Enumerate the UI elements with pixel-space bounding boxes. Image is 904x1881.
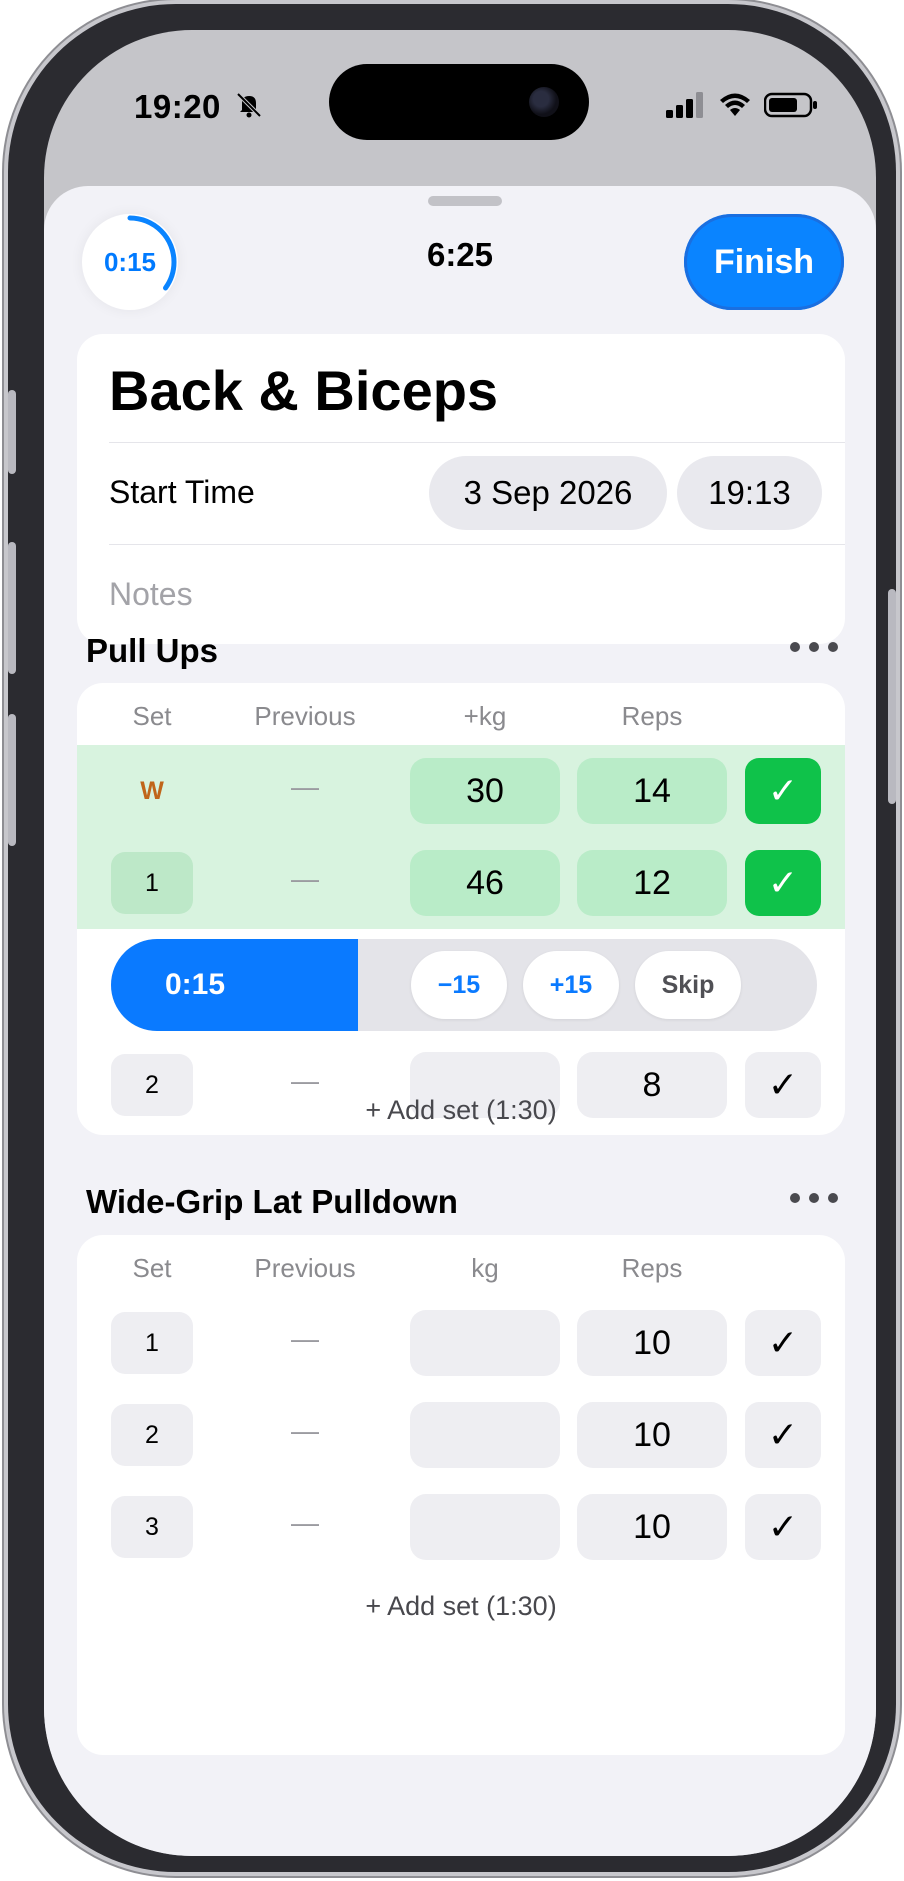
complete-set-checkbox[interactable]: ✓	[745, 1402, 821, 1468]
reps-input[interactable]: 12	[577, 850, 727, 916]
rest-timer-bar: 0:15 −15 +15 Skip	[111, 939, 817, 1031]
divider	[109, 442, 845, 443]
add-set-button[interactable]: + Add set (1:30)	[77, 1095, 845, 1126]
divider	[109, 544, 845, 545]
weight-input[interactable]	[410, 1310, 560, 1376]
action-button	[8, 390, 16, 474]
rest-skip-button[interactable]: Skip	[635, 951, 741, 1019]
workout-info-card: Back & Biceps Start Time 3 Sep 2026 19:1…	[77, 334, 845, 644]
set-number[interactable]: 2	[111, 1404, 193, 1466]
reps-input[interactable]: 14	[577, 758, 727, 824]
column-header-previous: Previous	[254, 701, 356, 731]
weight-input[interactable]	[410, 1402, 560, 1468]
previous-value: —	[291, 863, 319, 894]
previous-value: —	[291, 771, 319, 802]
volume-up-button	[8, 542, 16, 674]
column-header-reps: Reps	[621, 1253, 683, 1283]
previous-value: —	[291, 1323, 319, 1354]
add-set-button[interactable]: + Add set (1:30)	[77, 1591, 845, 1622]
set-number[interactable]: 3	[111, 1496, 193, 1558]
side-button	[888, 589, 896, 804]
reps-input[interactable]: 10	[577, 1310, 727, 1376]
rest-plus-15-button[interactable]: +15	[523, 951, 619, 1019]
bell-slash-icon	[236, 92, 262, 118]
set-row: 1 — 10 ✓	[77, 1297, 845, 1389]
column-header-set: Set	[132, 1253, 172, 1283]
complete-set-checkbox[interactable]: ✓	[745, 1310, 821, 1376]
finish-button[interactable]: Finish	[684, 214, 844, 310]
workout-title[interactable]: Back & Biceps	[109, 358, 498, 423]
complete-set-checkbox[interactable]: ✓	[745, 1494, 821, 1560]
workout-sheet: 0:15 6:25 Finish Back & Biceps Start Tim…	[44, 186, 876, 1856]
set-row-completed: 1 — 46 12 ✓	[77, 837, 845, 929]
column-header-reps: Reps	[621, 701, 683, 731]
reps-input[interactable]: 10	[577, 1494, 727, 1560]
previous-value: —	[291, 1415, 319, 1446]
cellular-signal-icon	[666, 92, 703, 118]
start-time-label: Start Time	[109, 474, 255, 510]
rest-time-label: 0:15	[164, 968, 226, 1001]
previous-value: —	[291, 1065, 319, 1096]
start-time-picker[interactable]: 19:13	[677, 456, 822, 530]
complete-set-checkbox[interactable]: ✓	[745, 758, 821, 824]
set-type-warmup[interactable]: W	[111, 760, 193, 822]
set-row-completed: W — 30 14 ✓	[77, 745, 845, 837]
column-header-kg: +kg	[463, 701, 507, 731]
wifi-icon	[720, 93, 750, 116]
volume-down-button	[8, 714, 16, 846]
weight-input[interactable]: 30	[410, 758, 560, 824]
weight-input[interactable]: 46	[410, 850, 560, 916]
reps-input[interactable]: 10	[577, 1402, 727, 1468]
more-options-icon[interactable]	[790, 641, 842, 655]
set-number[interactable]: 1	[111, 852, 193, 914]
set-row: 3 — 10 ✓	[77, 1481, 845, 1573]
column-header-kg: kg	[471, 1253, 499, 1283]
set-number[interactable]: 1	[111, 1312, 193, 1374]
exercise-card: Set Previous +kg Reps W — 30 14 ✓ 1 — 46	[77, 683, 845, 1135]
complete-set-checkbox[interactable]: ✓	[745, 850, 821, 916]
battery-icon	[764, 92, 817, 118]
notes-field[interactable]: Notes	[109, 576, 193, 613]
sheet-grabber[interactable]	[428, 196, 502, 206]
start-date-picker[interactable]: 3 Sep 2026	[429, 456, 667, 530]
screen: 19:20 0:15 6:25 Finish Back & Biceps Sta…	[44, 30, 876, 1856]
exercise-title[interactable]: Wide-Grip Lat Pulldown	[86, 1183, 458, 1221]
phone-frame: 19:20 0:15 6:25 Finish Back & Biceps Sta…	[8, 4, 896, 1872]
rest-minus-15-button[interactable]: −15	[411, 951, 507, 1019]
weight-input[interactable]	[410, 1494, 560, 1560]
status-icons	[666, 92, 818, 118]
column-header-previous: Previous	[254, 1253, 356, 1283]
dynamic-island	[329, 64, 589, 140]
exercise-title[interactable]: Pull Ups	[86, 632, 218, 670]
previous-value: —	[291, 1507, 319, 1538]
camera-icon	[529, 87, 559, 117]
column-header-set: Set	[132, 701, 172, 731]
exercise-card: Set Previous kg Reps 1 — 10 ✓ 2 — 10 ✓ 3…	[77, 1235, 845, 1755]
set-row: 2 — 10 ✓	[77, 1389, 845, 1481]
more-options-icon[interactable]	[790, 1192, 842, 1206]
status-time: 19:20	[134, 88, 221, 125]
